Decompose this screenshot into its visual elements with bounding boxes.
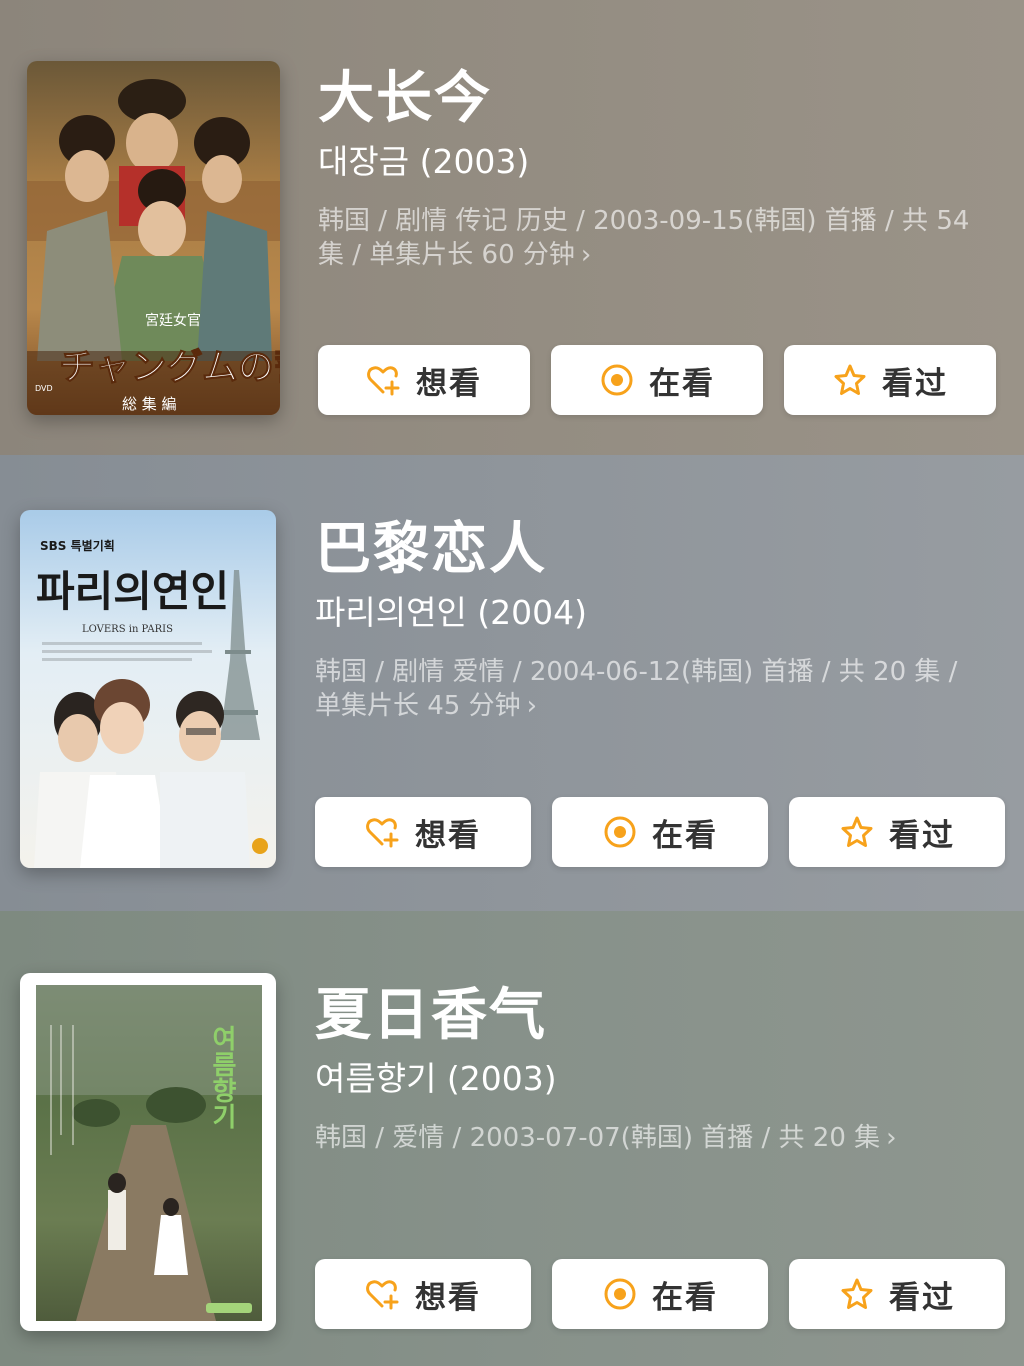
drama-poster[interactable]: 여름향기 <box>20 973 276 1331</box>
want-to-watch-button[interactable]: 想看 <box>315 1259 531 1329</box>
poster-main-text: 파리의연인 <box>36 567 229 616</box>
drama-card[interactable]: 여름향기 夏日香气 여름향기 (2003) 韩国 / 爱情 / 2003-07-… <box>0 911 1024 1366</box>
drama-meta[interactable]: 韩国 / 爱情 / 2003-07-07(韩国) 首播 / 共 20 集 › <box>315 1121 1004 1155</box>
star-icon <box>832 362 868 398</box>
chevron-right-icon: › <box>526 691 538 721</box>
heart-plus-icon <box>365 1276 401 1312</box>
drama-info: 巴黎恋人 파리의연인 (2004) 韩国 / 剧情 爱情 / 2004-06-1… <box>315 517 1004 723</box>
target-icon <box>602 814 638 850</box>
drama-card[interactable]: 宮廷女官 チャングムの誓い 総 集 編 DVD 大长今 대장금 (2003) 韩… <box>0 0 1024 455</box>
star-icon <box>839 1276 875 1312</box>
target-icon <box>599 362 635 398</box>
drama-title[interactable]: 大长今 <box>318 66 1004 132</box>
drama-original-title: 파리의연인 (2004) <box>315 593 588 632</box>
poster-bottom-text: LOVERS in PARIS <box>82 624 173 635</box>
drama-meta-text: 韩国 / 剧情 爱情 / 2004-06-12(韩国) 首播 / 共 20 集 … <box>315 657 958 721</box>
chevron-right-icon: › <box>886 1123 897 1153</box>
drama-meta[interactable]: 韩国 / 剧情 爱情 / 2004-06-12(韩国) 首播 / 共 20 集 … <box>315 655 1004 723</box>
want-to-watch-label: 想看 <box>415 817 481 854</box>
watching-button[interactable]: 在看 <box>552 797 768 867</box>
star-icon <box>839 814 875 850</box>
poster-main-text: チャングムの誓い <box>59 346 280 388</box>
drama-original-title: 여름향기 (2003) <box>315 1059 557 1098</box>
drama-info: 大长今 대장금 (2003) 韩国 / 剧情 传记 历史 / 2003-09-1… <box>318 66 1004 272</box>
mark-buttons: 想看 在看 看过 <box>318 345 996 415</box>
drama-meta-text: 韩国 / 爱情 / 2003-07-07(韩国) 首播 / 共 20 集 <box>315 1123 881 1153</box>
heart-plus-icon <box>365 814 401 850</box>
want-to-watch-button[interactable]: 想看 <box>318 345 530 415</box>
target-icon <box>602 1276 638 1312</box>
poster-top-text: SBS 특별기획 <box>40 538 115 553</box>
chevron-right-icon: › <box>580 240 592 270</box>
watching-label: 在看 <box>652 1279 718 1316</box>
poster-main-text: 여름향기 <box>207 1025 237 1129</box>
watching-button[interactable]: 在看 <box>551 345 763 415</box>
drama-card[interactable]: SBS 특별기획 파리의연인 LOVERS in PARIS 巴黎恋人 파리의연… <box>0 455 1024 911</box>
drama-meta-text: 韩国 / 剧情 传记 历史 / 2003-09-15(韩国) 首播 / 共 54… <box>318 206 970 270</box>
watching-button[interactable]: 在看 <box>552 1259 768 1329</box>
watched-label: 看过 <box>889 817 955 854</box>
watched-button[interactable]: 看过 <box>789 1259 1005 1329</box>
mark-buttons: 想看 在看 看过 <box>315 1259 1005 1329</box>
watched-button[interactable]: 看过 <box>789 797 1005 867</box>
drama-meta[interactable]: 韩国 / 剧情 传记 历史 / 2003-09-15(韩国) 首播 / 共 54… <box>318 204 1004 272</box>
heart-plus-icon <box>366 362 402 398</box>
poster-bottom-text: 総 集 編 <box>122 395 177 413</box>
drama-poster[interactable]: SBS 특별기획 파리의연인 LOVERS in PARIS <box>20 510 276 868</box>
drama-title[interactable]: 夏日香气 <box>315 983 1004 1049</box>
want-to-watch-label: 想看 <box>416 365 482 402</box>
want-to-watch-label: 想看 <box>415 1279 481 1316</box>
watching-label: 在看 <box>649 365 715 402</box>
watching-label: 在看 <box>652 817 718 854</box>
drama-info: 夏日香气 여름향기 (2003) 韩国 / 爱情 / 2003-07-07(韩国… <box>315 983 1004 1155</box>
drama-poster[interactable]: 宮廷女官 チャングムの誓い 総 集 編 DVD <box>27 61 280 415</box>
poster-top-text: 宮廷女官 <box>145 312 201 329</box>
watched-button[interactable]: 看过 <box>784 345 996 415</box>
poster-dvd-text: DVD <box>35 384 53 393</box>
drama-original-title: 대장금 (2003) <box>318 142 530 181</box>
want-to-watch-button[interactable]: 想看 <box>315 797 531 867</box>
watched-label: 看过 <box>882 365 948 402</box>
drama-title[interactable]: 巴黎恋人 <box>315 517 1004 583</box>
watched-label: 看过 <box>889 1279 955 1316</box>
mark-buttons: 想看 在看 看过 <box>315 797 1005 867</box>
